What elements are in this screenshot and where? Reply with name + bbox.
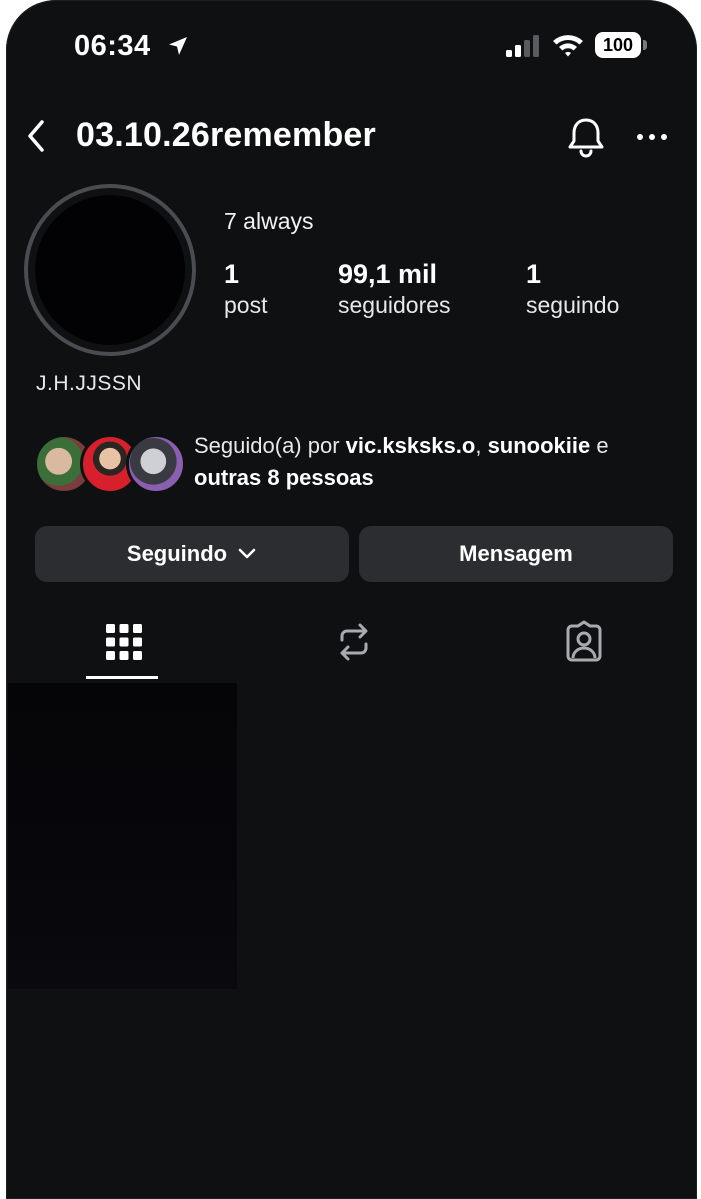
following-button[interactable]: Seguindo <box>35 526 349 582</box>
stat-following[interactable]: 1 seguindo <box>526 258 619 319</box>
followed-by-text[interactable]: Seguido(a) por vic.ksksks.o, sunookiie e… <box>194 430 674 494</box>
wifi-icon <box>553 35 583 57</box>
mutual-others-link[interactable]: outras 8 pessoas <box>194 465 374 490</box>
bell-icon[interactable] <box>564 114 608 160</box>
display-name: 7 always <box>224 208 314 234</box>
battery-tip <box>643 40 647 50</box>
active-tab-indicator <box>86 676 158 679</box>
message-button-label: Mensagem <box>459 541 573 566</box>
status-time: 06:34 <box>74 30 151 62</box>
chevron-down-icon <box>238 548 256 559</box>
location-arrow-icon <box>169 37 187 55</box>
mutual-user-link[interactable]: vic.ksksks.o <box>346 433 476 458</box>
status-bar: 06:34 100 <box>6 0 697 90</box>
battery-icon: 100 <box>595 32 641 58</box>
battery-level: 100 <box>602 34 634 55</box>
followers-label: seguidores <box>338 292 451 318</box>
bio-name: J.H.JJSSN <box>36 372 143 395</box>
cellular-signal-icon <box>506 35 539 57</box>
chevron-left-icon[interactable] <box>18 116 54 156</box>
stat-posts[interactable]: 1 post <box>224 258 267 319</box>
avatar-image <box>35 195 185 345</box>
followers-count: 99,1 mil <box>338 259 438 289</box>
mutual-followers-avatars[interactable] <box>34 434 186 494</box>
profile-screen: 06:34 100 03.10.26remember 7 always 1 po… <box>6 0 697 1199</box>
posts-count: 1 <box>224 259 240 289</box>
following-label: seguindo <box>526 292 620 318</box>
more-horizontal-icon[interactable] <box>632 122 672 152</box>
grid-icon[interactable] <box>102 620 146 664</box>
mutual-user-link[interactable]: sunookiie <box>488 433 591 458</box>
mutual-avatar <box>126 434 186 494</box>
post-thumbnail[interactable] <box>8 683 237 989</box>
message-button[interactable]: Mensagem <box>359 526 673 582</box>
repost-icon[interactable] <box>332 620 376 664</box>
followed-by-prefix: Seguido(a) por <box>194 433 346 458</box>
tagged-person-icon[interactable] <box>562 620 606 664</box>
followed-by-conjunction: e <box>590 433 609 458</box>
stat-followers[interactable]: 99,1 mil seguidores <box>338 258 451 319</box>
following-button-label: Seguindo <box>126 541 228 566</box>
followed-by-separator: , <box>475 433 488 458</box>
following-count: 1 <box>526 259 542 289</box>
profile-avatar[interactable] <box>24 184 196 356</box>
profile-username: 03.10.26remember <box>76 116 376 154</box>
posts-label: post <box>224 292 268 318</box>
